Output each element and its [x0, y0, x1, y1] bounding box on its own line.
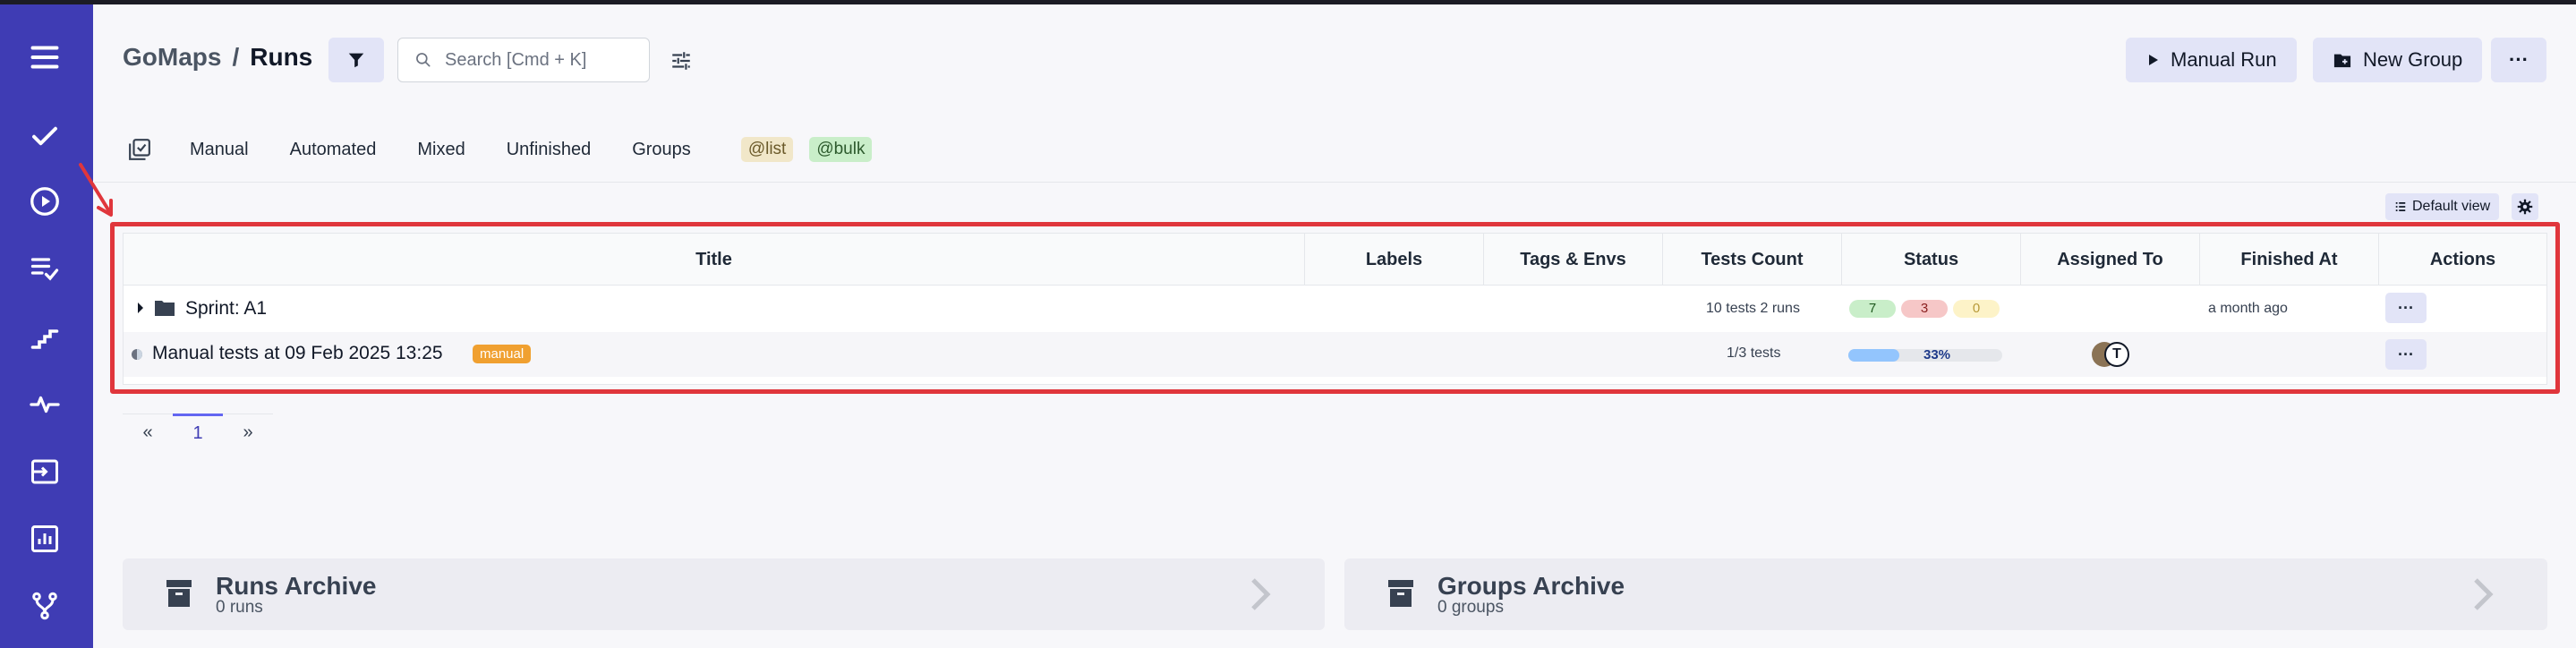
tab-unfinished[interactable]: Unfinished [507, 140, 592, 160]
top-border [0, 0, 2576, 4]
menu-icon[interactable] [25, 38, 64, 77]
pagination: « 1 » [123, 414, 273, 451]
tab-mixed[interactable]: Mixed [417, 140, 465, 160]
import-icon[interactable] [25, 452, 64, 491]
checklist-icon[interactable] [25, 248, 64, 287]
highlight-box [110, 222, 2560, 394]
runs-archive-subtitle: 0 runs [216, 598, 263, 617]
search-box[interactable] [397, 38, 650, 82]
groups-archive-subtitle: 0 groups [1437, 598, 1504, 617]
filter-icon [348, 53, 364, 68]
list-view-icon [2395, 202, 2406, 211]
page-current[interactable]: 1 [173, 414, 223, 451]
breadcrumb-project[interactable]: GoMaps [123, 43, 221, 72]
more-options-button[interactable]: ··· [2491, 38, 2546, 82]
manual-run-label: Manual Run [2171, 48, 2277, 71]
archive-box-icon [166, 580, 192, 607]
check-icon[interactable] [25, 116, 64, 156]
page-prev[interactable]: « [123, 414, 173, 451]
groups-archive-card[interactable]: Groups Archive 0 groups [1344, 558, 2547, 630]
folder-plus-icon [2333, 54, 2351, 68]
page-next[interactable]: » [223, 414, 273, 451]
play-icon [2149, 55, 2158, 65]
chevron-right-icon [2474, 578, 2494, 610]
groups-archive-title: Groups Archive [1437, 572, 1625, 600]
run-filter-tabs: Manual Automated Mixed Unfinished Groups… [190, 134, 888, 165]
runs-play-icon[interactable] [25, 182, 64, 221]
archive-box-icon [1388, 580, 1413, 607]
tag-bulk[interactable]: @bulk [809, 137, 873, 162]
gear-icon [2517, 199, 2533, 215]
runs-archive-card[interactable]: Runs Archive 0 runs [123, 558, 1325, 630]
table-settings-button[interactable] [2512, 193, 2538, 220]
breadcrumb-separator: / [232, 43, 240, 71]
default-view-label: Default view [2412, 199, 2491, 214]
chevron-right-icon [1251, 578, 1271, 610]
runs-archive-title: Runs Archive [216, 572, 377, 600]
new-group-label: New Group [2363, 48, 2463, 71]
tune-icon[interactable] [670, 49, 693, 72]
divider [93, 182, 2576, 183]
tag-list[interactable]: @list [740, 137, 794, 162]
tab-groups[interactable]: Groups [632, 140, 691, 160]
search-icon [416, 53, 431, 67]
multi-select-icon[interactable] [128, 138, 151, 161]
breadcrumb: GoMaps / Runs [123, 43, 312, 72]
analytics-icon[interactable] [25, 519, 64, 558]
pulse-icon[interactable] [25, 385, 64, 424]
steps-icon[interactable] [25, 317, 64, 356]
sidebar [0, 4, 93, 648]
manual-run-button[interactable]: Manual Run [2126, 38, 2297, 82]
tab-manual[interactable]: Manual [190, 140, 249, 160]
default-view-button[interactable]: Default view [2385, 193, 2500, 220]
filter-button[interactable] [328, 38, 384, 82]
search-input[interactable] [445, 49, 633, 71]
new-group-button[interactable]: New Group [2313, 38, 2483, 82]
page-title: Runs [250, 43, 313, 71]
tab-automated[interactable]: Automated [290, 140, 377, 160]
branch-icon[interactable] [25, 586, 64, 626]
annotation-arrow-icon [79, 163, 113, 217]
